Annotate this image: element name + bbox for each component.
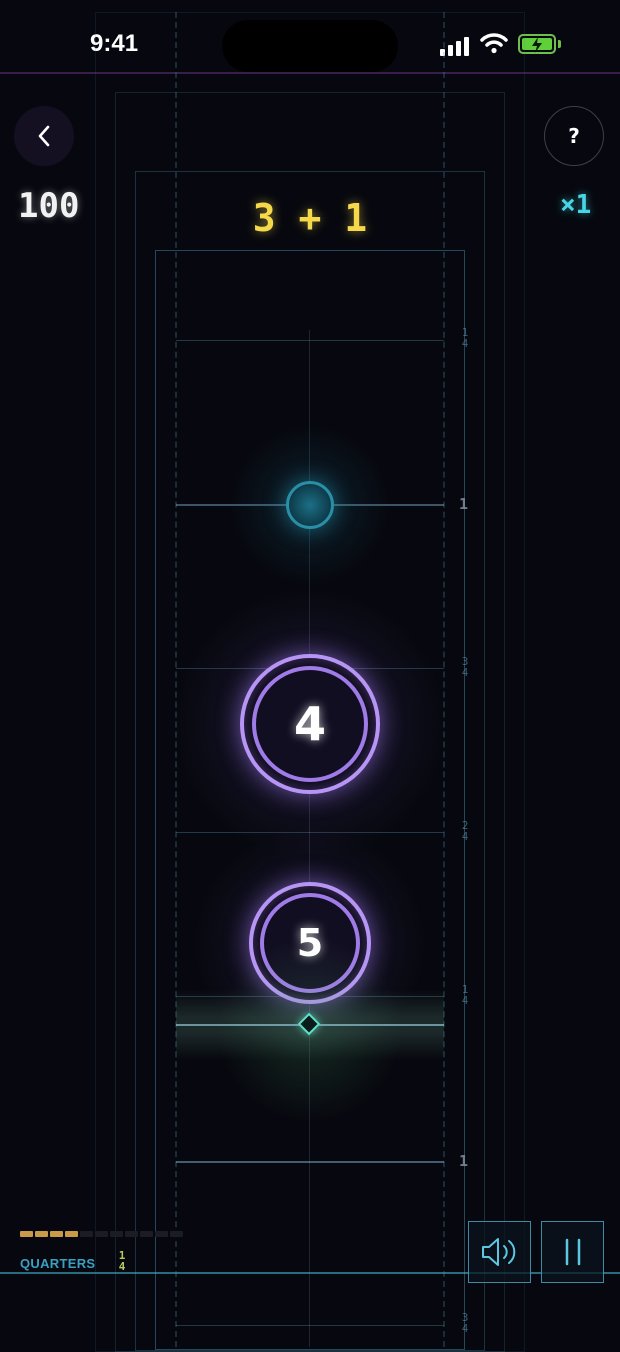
speaker-icon	[481, 1238, 515, 1266]
beat-line-whole	[176, 1161, 444, 1163]
mode-label: QUARTERS	[20, 1256, 96, 1271]
progress-segment-empty	[125, 1231, 138, 1237]
progress-segment-empty	[170, 1231, 183, 1237]
pause-icon	[565, 1238, 580, 1266]
marker-three-quarter: 34	[461, 655, 469, 679]
marker-quarter: 14	[461, 983, 469, 1007]
answer-orb[interactable]: 4	[240, 654, 380, 794]
chevron-left-icon	[38, 125, 50, 147]
beat-line	[176, 1325, 444, 1326]
marker-three-quarter: 34	[461, 1311, 469, 1335]
sound-button[interactable]	[468, 1221, 531, 1283]
help-button[interactable]: ?	[544, 106, 604, 166]
back-button[interactable]	[14, 106, 74, 166]
progress-segment-filled	[20, 1231, 33, 1237]
progress-segment-empty	[80, 1231, 93, 1237]
mode-fraction: 14	[118, 1249, 126, 1273]
marker-whole: 1	[459, 1152, 469, 1170]
combo-multiplier: ×1	[560, 190, 592, 220]
marker-quarter: 14	[461, 326, 469, 350]
progress-segment-empty	[140, 1231, 153, 1237]
marker-whole: 1	[459, 495, 469, 513]
pause-button[interactable]	[541, 1221, 604, 1283]
question-icon: ?	[568, 124, 580, 148]
progress-segment-empty	[95, 1231, 108, 1237]
target-orb	[286, 481, 334, 529]
progress-segment-empty	[155, 1231, 168, 1237]
beat-line	[176, 340, 444, 341]
progress-segment-empty	[110, 1231, 123, 1237]
progress-segment-filled	[50, 1231, 63, 1237]
answer-orb-label: 4	[252, 666, 368, 782]
progress-segment-filled	[65, 1231, 78, 1237]
marker-half: 24	[461, 819, 469, 843]
progress-segment-filled	[35, 1231, 48, 1237]
math-problem: 3 + 1	[252, 196, 368, 240]
progress-bar	[20, 1231, 183, 1237]
